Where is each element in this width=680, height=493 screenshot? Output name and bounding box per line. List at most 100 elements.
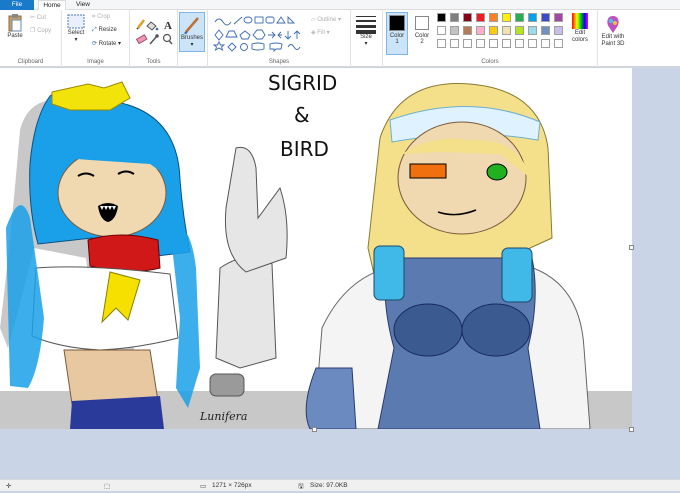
size-button[interactable]: Size ▾	[354, 14, 378, 47]
palette-swatch[interactable]	[489, 13, 498, 22]
palette-swatch[interactable]	[528, 26, 537, 35]
rotate-icon: ⟳	[92, 41, 98, 47]
canvas-resize-handle-right[interactable]	[629, 245, 634, 250]
copy-icon: ❐	[30, 28, 36, 34]
palette-swatch[interactable]	[463, 26, 472, 35]
canvas-resize-handle-corner[interactable]	[629, 427, 634, 432]
fill-bucket-icon[interactable]	[146, 21, 159, 31]
drawing-title-line3: BIRD	[280, 137, 329, 161]
palette-swatch[interactable]	[515, 39, 524, 48]
rotate-button[interactable]: ⟳ Rotate ▾	[92, 40, 121, 47]
color2-button[interactable]: Color 2	[411, 12, 433, 55]
copy-button[interactable]: ❐ Copy	[30, 27, 51, 34]
artwork: SIGRID & BIRD Lunifera	[0, 68, 632, 430]
palette-swatch[interactable]	[437, 26, 446, 35]
palette-swatch[interactable]	[554, 13, 563, 22]
line-width-icon	[356, 16, 376, 34]
palette-swatch[interactable]	[450, 26, 459, 35]
select-button[interactable]: Select ▾	[64, 14, 88, 43]
color1-button[interactable]: Color 1	[386, 12, 408, 55]
palette-swatch[interactable]	[528, 39, 537, 48]
color-wheel-icon	[572, 13, 588, 29]
canvas-area[interactable]: SIGRID & BIRD Lunifera	[0, 68, 680, 479]
clipboard-group: Paste ✂ Cut ❐ Copy Clipboard	[0, 10, 62, 67]
paint3d-icon	[607, 16, 619, 33]
paste-icon	[8, 14, 22, 32]
shapes-group: ▱ Outline ▾ ◈ Fill ▾ Shapes	[207, 10, 351, 67]
palette-swatch[interactable]	[554, 39, 563, 48]
crop-button[interactable]: ⌗ Crop	[92, 14, 110, 21]
palette-swatch[interactable]	[541, 39, 550, 48]
color2-number: 2	[420, 39, 424, 45]
file-size: Size: 97.0KB	[310, 482, 348, 489]
fill-icon: ◈	[311, 30, 316, 36]
brushes-button[interactable]: Brushes ▾	[179, 12, 205, 52]
pointer-position-icon: ✛	[6, 483, 12, 490]
palette-swatch[interactable]	[515, 26, 524, 35]
palette-swatch[interactable]	[476, 13, 485, 22]
text-tool-icon[interactable]: A	[164, 20, 172, 32]
palette-swatch[interactable]	[502, 39, 511, 48]
image-group: Select ▾ ⌗ Crop ⤢ Resize ⟳ Rotate ▾ Image	[62, 10, 130, 67]
color1-number: 1	[395, 39, 399, 45]
palette-swatch[interactable]	[463, 13, 472, 22]
palette-swatch[interactable]	[450, 39, 459, 48]
edit-colors-button[interactable]: Edit colors	[569, 12, 591, 44]
palette-swatch[interactable]	[515, 13, 524, 22]
edit-paint3d-button[interactable]: Edit with Paint 3D	[598, 14, 628, 48]
palette-swatch[interactable]	[541, 13, 550, 22]
palette-swatch[interactable]	[463, 39, 472, 48]
palette-swatch[interactable]	[528, 13, 537, 22]
artist-signature: Lunifera	[199, 410, 247, 423]
palette-swatch[interactable]	[541, 26, 550, 35]
resize-button[interactable]: ⤢ Resize	[92, 27, 117, 34]
palette-swatch[interactable]	[437, 13, 446, 22]
canvas-resize-handle-bottom[interactable]	[312, 427, 317, 432]
tab-file[interactable]: File	[0, 0, 34, 10]
shapes-gallery[interactable]	[212, 14, 308, 52]
palette-swatch[interactable]	[554, 26, 563, 35]
tools-group-label: Tools	[146, 59, 161, 65]
colors-group: Color 1 Color 2 Edit colors Colors	[382, 10, 598, 67]
palette-swatch[interactable]	[450, 13, 459, 22]
tools-icons: A	[135, 19, 173, 45]
crop-label: Crop	[97, 14, 111, 20]
selection-size-icon: ⬚	[104, 483, 111, 490]
select-label: Select	[67, 30, 85, 36]
scissors-icon: ✂	[30, 15, 36, 21]
ribbon: Paste ✂ Cut ❐ Copy Clipboard Select ▾ ⌗ C…	[0, 10, 680, 67]
edit-colors-label: Edit colors	[571, 30, 588, 43]
brush-icon	[184, 17, 199, 34]
paste-label: Paste	[7, 33, 23, 39]
fill-button[interactable]: ◈ Fill ▾	[311, 29, 330, 36]
resize-label: Resize	[98, 27, 117, 33]
eraser-icon[interactable]	[135, 34, 148, 45]
size-label: Size	[360, 34, 372, 40]
tab-view[interactable]: View	[70, 0, 96, 10]
color-picker-icon[interactable]	[149, 34, 159, 45]
magnifier-icon[interactable]	[162, 33, 173, 45]
brushes-label: Brushes	[180, 35, 203, 41]
image-dimensions-icon: ▭	[200, 483, 207, 490]
palette-swatch[interactable]	[502, 13, 511, 22]
cut-button[interactable]: ✂ Cut	[30, 14, 46, 21]
tools-group: A Tools	[130, 10, 178, 67]
color1-swatch	[389, 15, 405, 31]
palette-swatch[interactable]	[476, 39, 485, 48]
drawing-title-line2: &	[294, 103, 310, 127]
palette-swatch[interactable]	[502, 26, 511, 35]
file-size-icon: 🖫	[298, 483, 304, 490]
palette-swatch[interactable]	[437, 39, 446, 48]
outline-label: Outline	[317, 17, 337, 23]
copy-label: Copy	[37, 28, 52, 34]
palette-swatch[interactable]	[489, 39, 498, 48]
pencil-icon[interactable]	[136, 19, 145, 30]
drawing-canvas[interactable]: SIGRID & BIRD Lunifera	[0, 68, 632, 430]
palette-swatch[interactable]	[489, 26, 498, 35]
image-dimensions: 1271 × 726px	[212, 482, 252, 489]
clipboard-group-label: Clipboard	[17, 59, 44, 65]
palette-swatch[interactable]	[476, 26, 485, 35]
outline-button[interactable]: ▱ Outline ▾	[311, 16, 341, 23]
chevron-down-icon: ▾	[74, 37, 78, 43]
paste-button[interactable]: Paste	[3, 13, 27, 39]
